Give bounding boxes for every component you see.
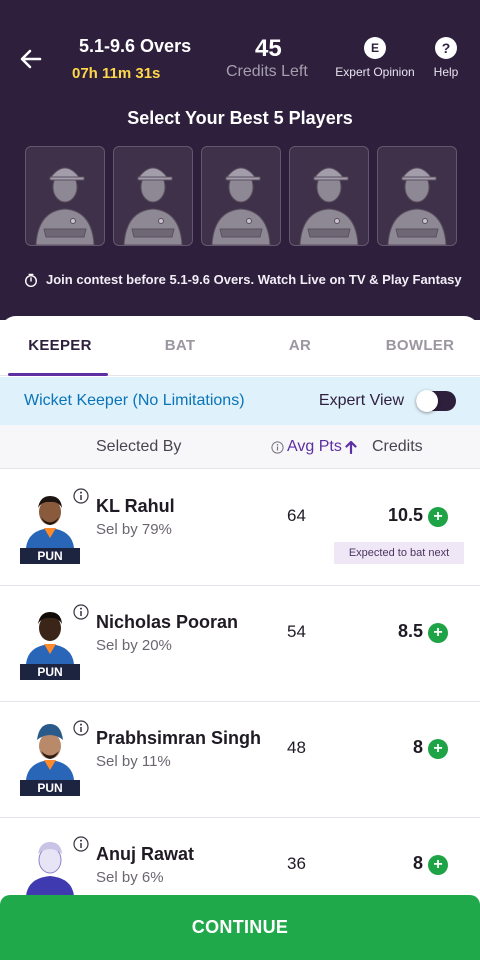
player-selection-percent: Sel by 20% <box>96 637 172 654</box>
player-credits: 8.5 <box>397 621 423 641</box>
team-badge: PUN <box>20 780 80 796</box>
help-label: Help <box>433 65 459 79</box>
player-silhouette-icon <box>123 167 183 245</box>
tab-ar[interactable]: AR <box>240 316 360 375</box>
over-range-title: 5.1-9.6 Overs <box>79 36 192 56</box>
select-players-title: Select Your Best 5 Players <box>127 108 353 128</box>
player-avatar: PUN <box>20 486 80 564</box>
player-selection-percent: Sel by 6% <box>96 869 164 886</box>
add-player-button[interactable]: + <box>428 739 448 759</box>
expert-opinion-icon: E <box>364 37 386 59</box>
help-icon: ? <box>435 37 457 59</box>
player-avatar: PUN <box>20 602 80 680</box>
credits-header[interactable]: Credits <box>372 438 423 456</box>
help-button[interactable]: ? Help <box>430 37 462 79</box>
add-player-button[interactable]: + <box>428 855 448 875</box>
player-silhouette-icon <box>299 167 359 245</box>
expert-opinion-label: Expert Opinion <box>335 65 415 79</box>
avg-pts-header[interactable]: Avg Pts <box>271 438 357 456</box>
tab-bat[interactable]: BAT <box>120 316 240 375</box>
match-header: 5.1-9.6 Overs 07h 11m 31s 45 Credits Lef… <box>0 0 480 320</box>
player-placeholder-photo <box>26 842 74 896</box>
role-tabs: KEEPER BAT AR BOWLER <box>0 316 480 376</box>
avg-pts-label: Avg Pts <box>287 438 342 455</box>
empty-player-slot[interactable] <box>201 146 281 246</box>
join-contest-note: Join contest before 5.1-9.6 Overs. Watch… <box>24 272 464 287</box>
player-credits: 10.5 <box>387 505 423 525</box>
player-avg-points: 54 <box>287 622 306 641</box>
player-row[interactable]: PUN KL Rahul Sel by 79% 64 10.5 + Expect… <box>0 470 480 586</box>
player-avg-points: 64 <box>287 506 306 525</box>
empty-player-slot[interactable] <box>377 146 457 246</box>
column-headers: Selected By Avg Pts Credits <box>0 425 480 469</box>
player-info-icon[interactable] <box>73 720 89 736</box>
role-info-banner: Wicket Keeper (No Limitations) Expert Vi… <box>0 377 480 425</box>
selected-by-header[interactable]: Selected By <box>96 438 181 456</box>
back-arrow-icon[interactable] <box>18 46 44 72</box>
player-avg-points: 36 <box>287 854 306 873</box>
add-player-button[interactable]: + <box>428 623 448 643</box>
expected-to-bat-tag: Expected to bat next <box>334 542 464 564</box>
player-credits: 8 <box>412 853 423 873</box>
expert-opinion-button[interactable]: E Expert Opinion <box>334 37 416 79</box>
expert-view-label: Expert View <box>318 392 404 409</box>
player-name: Anuj Rawat <box>96 844 195 864</box>
credits-left-value: 45 <box>255 35 282 62</box>
player-row[interactable]: PUN Nicholas Pooran Sel by 20% 54 8.5 + <box>0 586 480 702</box>
player-info-icon[interactable] <box>73 488 89 504</box>
player-slots <box>25 146 457 246</box>
tab-bowler[interactable]: BOWLER <box>360 316 480 375</box>
stopwatch-icon <box>25 273 37 287</box>
player-photo <box>26 612 74 664</box>
team-badge: PUN <box>20 548 80 564</box>
credits-left-label: Credits Left <box>226 63 308 80</box>
info-icon <box>271 440 284 454</box>
continue-button[interactable]: CONTINUE <box>0 895 480 960</box>
player-info-icon[interactable] <box>73 604 89 620</box>
player-selection-percent: Sel by 11% <box>96 753 171 770</box>
empty-player-slot[interactable] <box>25 146 105 246</box>
toggle-knob <box>416 390 438 412</box>
player-silhouette-icon <box>387 167 447 245</box>
countdown-timer: 07h 11m 31s <box>72 65 161 82</box>
tab-keeper[interactable]: KEEPER <box>0 316 120 376</box>
player-row[interactable]: PUN Prabhsimran Singh Sel by 11% 48 8 + <box>0 702 480 818</box>
player-list: PUN KL Rahul Sel by 79% 64 10.5 + Expect… <box>0 470 480 934</box>
sort-arrow-up-icon <box>345 440 357 454</box>
team-badge: PUN <box>20 664 80 680</box>
empty-player-slot[interactable] <box>289 146 369 246</box>
player-credits: 8 <box>412 737 423 757</box>
player-selection-percent: Sel by 79% <box>96 521 172 538</box>
player-silhouette-icon <box>211 167 271 245</box>
player-avg-points: 48 <box>287 738 306 757</box>
player-silhouette-icon <box>35 167 95 245</box>
player-name: KL Rahul <box>96 496 175 516</box>
player-info-icon[interactable] <box>73 836 89 852</box>
player-photo <box>26 496 74 548</box>
expert-view-toggle[interactable] <box>416 390 456 412</box>
player-avatar: PUN <box>20 718 80 796</box>
join-contest-text: Join contest before 5.1-9.6 Overs. Watch… <box>46 272 462 287</box>
player-name: Prabhsimran Singh <box>96 728 262 748</box>
add-player-button[interactable]: + <box>428 507 448 527</box>
role-limit-text: Wicket Keeper (No Limitations) <box>24 392 245 409</box>
player-name: Nicholas Pooran <box>96 612 239 632</box>
player-photo <box>26 724 74 780</box>
empty-player-slot[interactable] <box>113 146 193 246</box>
